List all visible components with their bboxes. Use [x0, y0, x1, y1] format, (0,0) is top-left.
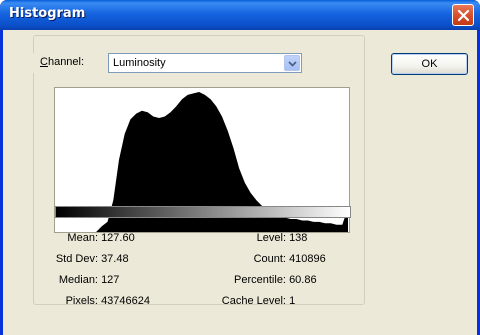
histogram-window: Histogram Channel: Luminosity OK Mean: 1… — [0, 0, 480, 335]
stat-pixels-value: 43746624 — [101, 295, 151, 307]
channel-label: Channel: — [40, 56, 85, 68]
channel-select[interactable]: Luminosity — [108, 53, 302, 73]
title-bar[interactable]: Histogram — [0, 0, 480, 30]
stat-percentile-label: Percentile: — [234, 274, 286, 286]
stat-level-label: Level: — [256, 232, 286, 244]
window-title: Histogram — [9, 6, 86, 21]
stat-median-value: 127 — [101, 274, 120, 286]
stat-cache-level: Cache Level: 1 — [196, 295, 295, 307]
stat-median-label: Median: — [58, 274, 98, 286]
stat-count-value: 410896 — [289, 253, 326, 265]
stat-mean-value: 127.60 — [101, 232, 135, 244]
stat-percentile-value: 60.86 — [289, 274, 317, 286]
close-icon — [457, 9, 470, 22]
stat-count-label: Count: — [253, 253, 286, 265]
stat-level: Level: 138 — [196, 232, 308, 244]
stat-std-dev: Std Dev: 37.48 — [36, 253, 129, 265]
stat-pixels: Pixels: 43746624 — [36, 295, 150, 307]
ok-button[interactable]: OK — [391, 53, 468, 75]
channel-select-value: Luminosity — [113, 57, 166, 69]
stat-cache-level-label: Cache Level: — [221, 295, 286, 307]
close-button[interactable] — [452, 4, 474, 26]
stat-pixels-label: Pixels: — [65, 295, 98, 307]
stat-level-value: 138 — [289, 232, 308, 244]
stat-count: Count: 410896 — [196, 253, 326, 265]
stat-mean-label: Mean: — [67, 232, 98, 244]
chevron-down-icon — [288, 61, 297, 67]
stat-percentile: Percentile: 60.86 — [196, 274, 317, 286]
stat-mean: Mean: 127.60 — [36, 232, 135, 244]
channel-dropdown-button[interactable] — [284, 55, 300, 71]
luminosity-gradient-bar — [55, 206, 351, 218]
stat-median: Median: 127 — [36, 274, 120, 286]
stat-std-dev-value: 37.48 — [101, 253, 129, 265]
stat-std-dev-label: Std Dev: — [55, 253, 98, 265]
stat-cache-level-value: 1 — [289, 295, 296, 307]
channel-header: Channel: Luminosity — [36, 53, 306, 73]
